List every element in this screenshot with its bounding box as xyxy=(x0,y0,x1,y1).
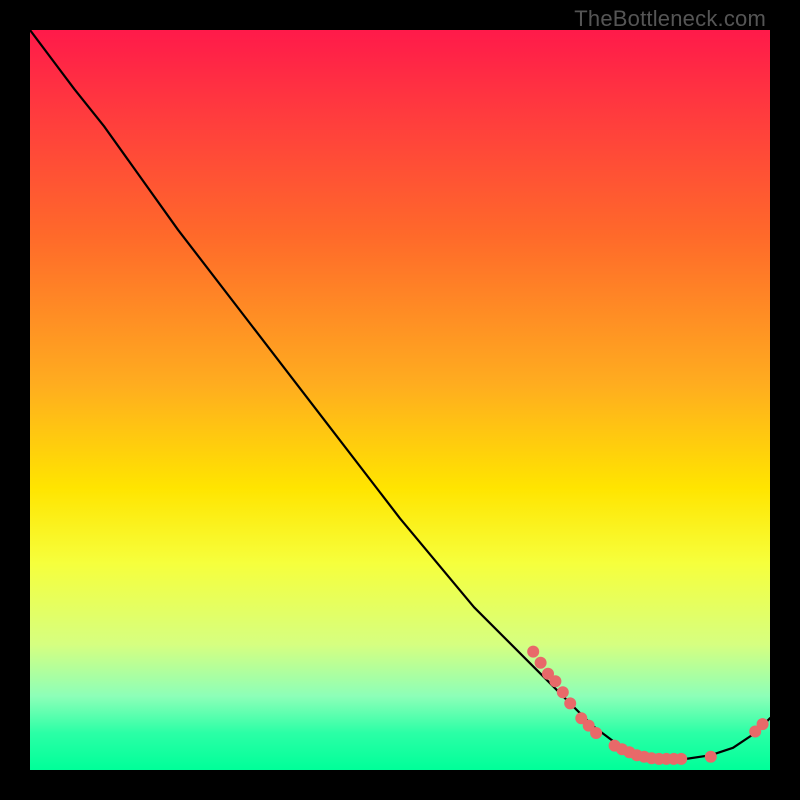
chart-frame: TheBottleneck.com xyxy=(0,0,800,800)
scatter-dot xyxy=(557,686,569,698)
scatter-dot xyxy=(757,718,769,730)
scatter-dot xyxy=(535,657,547,669)
watermark-text: TheBottleneck.com xyxy=(574,6,766,32)
scatter-dot xyxy=(705,751,717,763)
scatter-dot xyxy=(527,646,539,658)
chart-overlay xyxy=(30,30,770,770)
scatter-dot xyxy=(590,727,602,739)
scatter-dot xyxy=(549,675,561,687)
scatter-dot xyxy=(564,697,576,709)
scatter-dot xyxy=(675,753,687,765)
curve-line xyxy=(30,30,770,760)
plot-area xyxy=(30,30,770,770)
